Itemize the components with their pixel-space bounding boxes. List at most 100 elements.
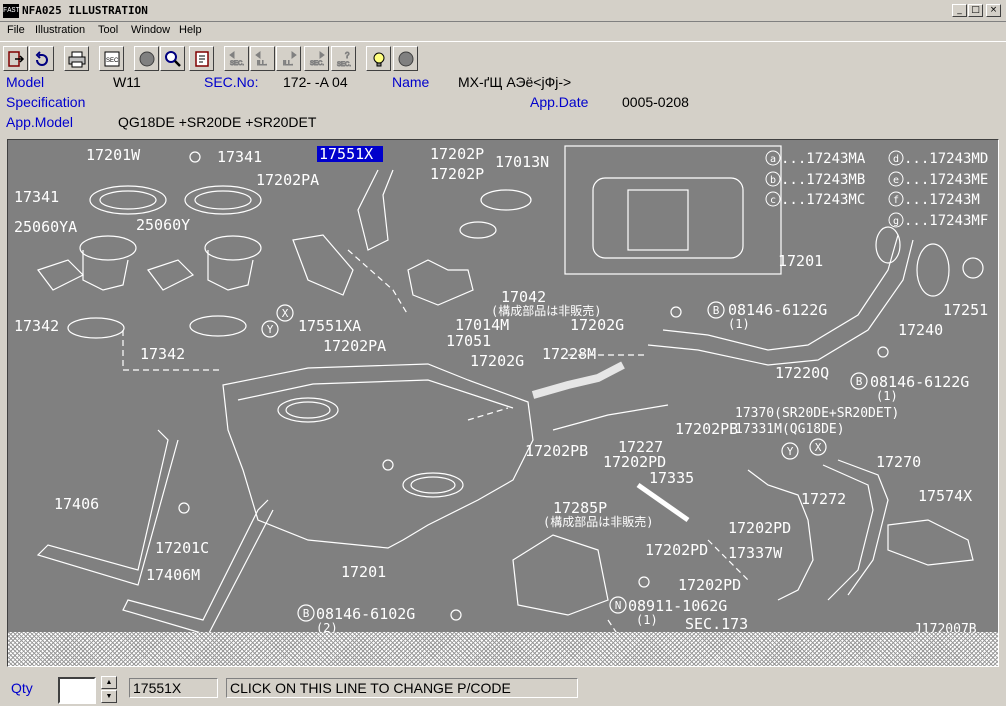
window-title: NFA025 ILLUSTRATION	[22, 4, 148, 17]
sec-search-icon: ? SEC.	[337, 51, 352, 69]
label-17201c[interactable]: 17201C	[155, 539, 209, 557]
section-search-button[interactable]: ? SEC.	[331, 46, 356, 71]
label-17051[interactable]: 17051	[446, 332, 491, 350]
label-17341-a[interactable]: 17341	[217, 148, 262, 166]
exit-button[interactable]	[3, 46, 28, 71]
svg-text:SEC.: SEC.	[106, 58, 120, 64]
close-button[interactable]: ×	[986, 4, 1001, 17]
label-17240[interactable]: 17240	[898, 321, 943, 339]
label-17202pd-2[interactable]: 17202PD	[728, 519, 791, 537]
filter-17013n	[480, 189, 532, 211]
book-button[interactable]	[189, 46, 214, 71]
next-section-button[interactable]: SEC.	[304, 46, 329, 71]
hose-17551xa	[292, 234, 354, 296]
label-17342-b[interactable]: 17342	[140, 345, 185, 363]
label-17013n[interactable]: 17013N	[495, 153, 549, 171]
qty-increment-button[interactable]: ▲	[101, 676, 117, 689]
hint-icon	[373, 52, 385, 67]
ring-17341-a	[89, 185, 167, 215]
stop-button[interactable]	[393, 46, 418, 71]
pump-17042	[459, 221, 497, 239]
prev-section-button[interactable]: SEC.	[224, 46, 249, 71]
label-17574x[interactable]: 17574X	[918, 487, 972, 505]
qty-decrement-button[interactable]: ▼	[101, 690, 117, 703]
menu-help[interactable]: Help	[179, 24, 202, 36]
label-25060y[interactable]: 25060Y	[136, 216, 190, 234]
legend-code-f[interactable]: ...17243M	[904, 192, 980, 208]
label-17270[interactable]: 17270	[876, 453, 921, 471]
label-17370[interactable]: 17370(SR20DE+SR20DET)	[735, 406, 899, 421]
label-17202pd-3[interactable]: 17202PD	[645, 541, 708, 559]
leader-4	[467, 407, 509, 421]
legend-code-b[interactable]: ...17243MB	[781, 172, 865, 188]
menu-illustration[interactable]: Illustration	[35, 24, 85, 36]
label-17202pb-2[interactable]: 17202PB	[525, 442, 588, 460]
label-17202p-1[interactable]: 17202P	[430, 145, 484, 163]
legend-code-e[interactable]: ...17243ME	[904, 172, 988, 188]
label-17201w[interactable]: 17201W	[86, 146, 141, 164]
label-17272[interactable]: 17272	[801, 490, 846, 508]
label-17202g-2[interactable]: 17202G	[470, 352, 524, 370]
pump-unit-b-body	[207, 250, 254, 291]
app-model-value: QG18DE +SR20DE +SR20DET	[118, 114, 317, 130]
legend-code-g[interactable]: ...17243MF	[904, 213, 988, 229]
bolt-17201w	[189, 151, 201, 163]
label-17201-legend[interactable]: 17201	[778, 252, 823, 270]
label-17202g-1[interactable]: 17202G	[570, 316, 624, 334]
bolt-08146-6102g	[450, 609, 462, 621]
legend-code-c[interactable]: ...17243MC	[781, 192, 865, 208]
hint-button[interactable]	[366, 46, 391, 71]
print-button[interactable]	[64, 46, 89, 71]
tank-opening-1-inner	[285, 401, 331, 419]
label-17335[interactable]: 17335	[649, 469, 694, 487]
menu-window[interactable]: Window	[131, 24, 170, 36]
label-17202pa-1[interactable]: 17202PA	[256, 171, 319, 189]
menu-tool[interactable]: Tool	[98, 24, 118, 36]
label-17202pd-4[interactable]: 17202PD	[678, 576, 741, 594]
label-25060ya[interactable]: 25060YA	[14, 218, 77, 236]
label-17251[interactable]: 17251	[943, 301, 988, 319]
label-17341-b[interactable]: 17341	[14, 188, 59, 206]
module-grid	[627, 189, 689, 251]
circle-button[interactable]	[134, 46, 159, 71]
legend-code-a[interactable]: ...17243MA	[781, 151, 866, 167]
restore-button[interactable]: □	[968, 4, 983, 17]
label-17201-tank[interactable]: 17201	[341, 563, 386, 581]
change-pcode-line[interactable]: CLICK ON THIS LINE TO CHANGE P/CODE	[226, 678, 578, 698]
section-button[interactable]: SEC.	[99, 46, 124, 71]
fuel-tank-seam	[237, 379, 514, 409]
ring-17341-a-inner	[99, 190, 157, 210]
label-17337w[interactable]: 17337W	[728, 544, 783, 562]
toolbar: SEC. SEC. ILL. ILL. SEC. ? SEC.	[0, 41, 1006, 73]
connector-17574x	[887, 519, 974, 566]
pump-17014m	[407, 259, 474, 306]
label-17202pb-1[interactable]: 17202PB	[675, 420, 738, 438]
menu-file[interactable]: File	[7, 24, 25, 36]
label-17220q[interactable]: 17220Q	[775, 364, 829, 382]
legend-code-d[interactable]: ...17243MD	[904, 151, 988, 167]
label-17406[interactable]: 17406	[54, 495, 99, 513]
legend-key-d: d	[893, 154, 899, 165]
undo-button[interactable]	[29, 46, 54, 71]
callout-b-3-letter: B	[303, 607, 310, 620]
label-17551x[interactable]: 17551X	[319, 145, 373, 163]
callout-y-1-letter: Y	[267, 323, 274, 336]
label-17406m[interactable]: 17406M	[146, 566, 200, 584]
book-icon	[195, 51, 209, 67]
next-illustration-button[interactable]: ILL.	[276, 46, 301, 71]
label-17228m[interactable]: 17228M	[542, 345, 596, 363]
label-17551xa[interactable]: 17551XA	[298, 317, 361, 335]
label-sec-173[interactable]: SEC.173	[685, 615, 748, 633]
illustration-canvas[interactable]: 17551X 17201W 17341 17341 17202P 17202P …	[7, 139, 999, 667]
label-17202pa-2[interactable]: 17202PA	[323, 337, 386, 355]
label-17331m[interactable]: 17331M(QG18DE)	[735, 422, 845, 437]
sec-next-icon: SEC.	[310, 51, 325, 68]
label-17342-a[interactable]: 17342	[14, 317, 59, 335]
label-17202p-2[interactable]: 17202P	[430, 165, 484, 183]
qty-input[interactable]	[58, 677, 96, 704]
minimize-button[interactable]: _	[952, 4, 967, 17]
filler-neck	[875, 226, 901, 264]
prev-illustration-button[interactable]: ILL.	[250, 46, 275, 71]
zoom-button[interactable]	[160, 46, 185, 71]
svg-text:SEC.: SEC.	[310, 61, 324, 67]
